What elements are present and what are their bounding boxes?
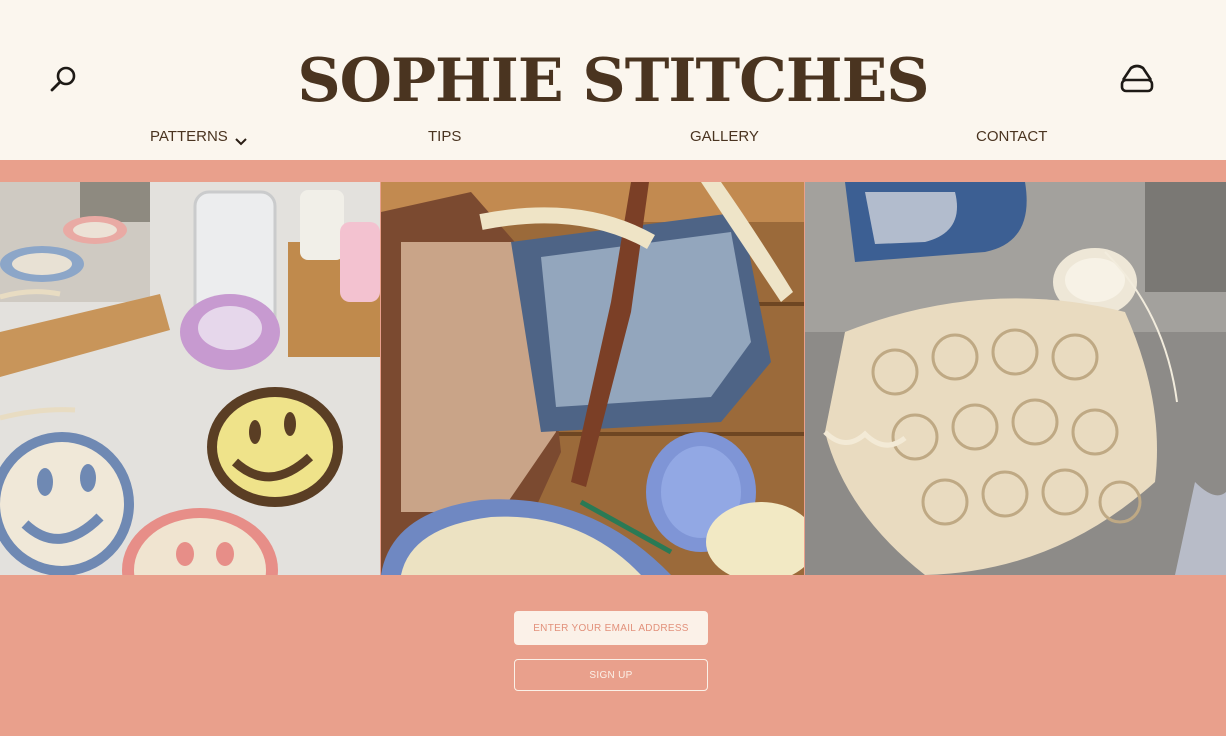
sign-up-button[interactable]: SIGN UP: [514, 659, 708, 691]
nav-patterns[interactable]: PATTERNS: [150, 126, 248, 148]
site-header: SOPHIE STITCHES PATTERNS TIPS GALLERY CO…: [0, 0, 1226, 160]
gallery-photo-coasters[interactable]: [0, 182, 380, 575]
photo-gallery: [0, 182, 1226, 575]
nav-tips[interactable]: TIPS: [428, 126, 461, 148]
nav-patterns-label: PATTERNS: [150, 128, 228, 145]
email-input[interactable]: [514, 611, 708, 645]
basket-icon[interactable]: [1117, 60, 1157, 98]
gallery-photo-lace-skirt[interactable]: [805, 182, 1226, 575]
nav-gallery[interactable]: GALLERY: [690, 126, 759, 148]
site-brand-title[interactable]: SOPHIE STITCHES: [0, 44, 1226, 118]
chevron-down-icon: [234, 132, 248, 146]
gallery-photo-bags[interactable]: [381, 182, 804, 575]
nav-contact[interactable]: CONTACT: [976, 126, 1047, 148]
